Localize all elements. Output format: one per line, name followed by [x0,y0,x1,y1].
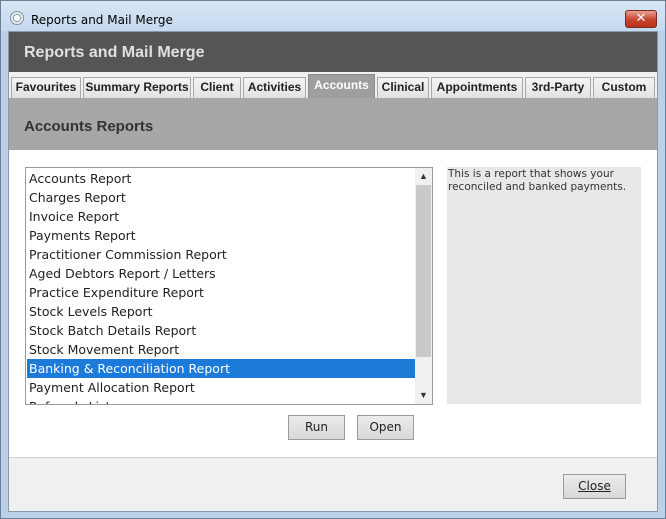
report-list-item[interactable]: Referrals List [27,397,415,404]
open-button[interactable]: Open [357,415,414,440]
report-list-item[interactable]: Invoice Report [27,207,415,226]
report-list-item[interactable]: Stock Movement Report [27,340,415,359]
report-list-item[interactable]: Stock Levels Report [27,302,415,321]
report-list-item[interactable]: Practice Expenditure Report [27,283,415,302]
header-title: Reports and Mail Merge [24,44,205,61]
tab-activities[interactable]: Activities [243,77,306,98]
report-list-item[interactable]: Accounts Report [27,169,415,188]
reports-window: Reports and Mail Merge ✕ Reports and Mai… [0,0,666,519]
window-title: Reports and Mail Merge [31,13,173,27]
chevron-down-icon[interactable]: ▼ [415,387,432,404]
tab-accounts[interactable]: Accounts [308,74,375,99]
scroll-thumb[interactable] [416,185,431,357]
tab-summary-reports[interactable]: Summary Reports [83,77,191,98]
app-icon [10,11,24,25]
report-list-item[interactable]: Stock Batch Details Report [27,321,415,340]
reports-panel: Accounts Report Charges Report Invoice Rep… [9,150,657,457]
report-list-item[interactable]: Aged Debtors Report / Letters [27,264,415,283]
chevron-up-icon[interactable]: ▲ [415,168,432,185]
tab-appointments[interactable]: Appointments [431,77,523,98]
run-button[interactable]: Run [288,415,345,440]
title-bar[interactable]: Reports and Mail Merge ✕ [1,1,665,31]
report-list-item[interactable]: Banking & Reconciliation Report [27,359,415,378]
report-listbox[interactable]: Accounts Report Charges Report Invoice Rep… [25,167,433,405]
list-scrollbar[interactable]: ▲ ▼ [415,168,432,404]
window-close-button[interactable]: ✕ [625,10,657,28]
report-list-item[interactable]: Payment Allocation Report [27,378,415,397]
report-list-item[interactable]: Charges Report [27,188,415,207]
section-header: Accounts Reports [9,98,657,150]
dialog-footer: Close [9,457,657,511]
report-list-item[interactable]: Practitioner Commission Report [27,245,415,264]
tab-client[interactable]: Client [193,77,241,98]
report-description-panel: This is a report that shows your reconci… [447,167,641,404]
close-button-label: Close [578,479,611,493]
report-list-item[interactable]: Payments Report [27,226,415,245]
close-button[interactable]: Close [563,474,626,499]
dialog-client-area: Reports and Mail Merge Favourites Summar… [8,31,658,512]
report-description-text: This is a report that shows your reconci… [448,168,627,193]
tab-strip: Favourites Summary Reports Client Activi… [9,72,657,99]
tab-clinical[interactable]: Clinical [377,77,429,98]
header-bar: Reports and Mail Merge [9,32,657,72]
tab-favourites[interactable]: Favourites [11,77,81,98]
tab-3rd-party[interactable]: 3rd-Party [525,77,591,98]
tab-custom[interactable]: Custom [593,77,655,98]
section-title: Accounts Reports [24,118,154,135]
